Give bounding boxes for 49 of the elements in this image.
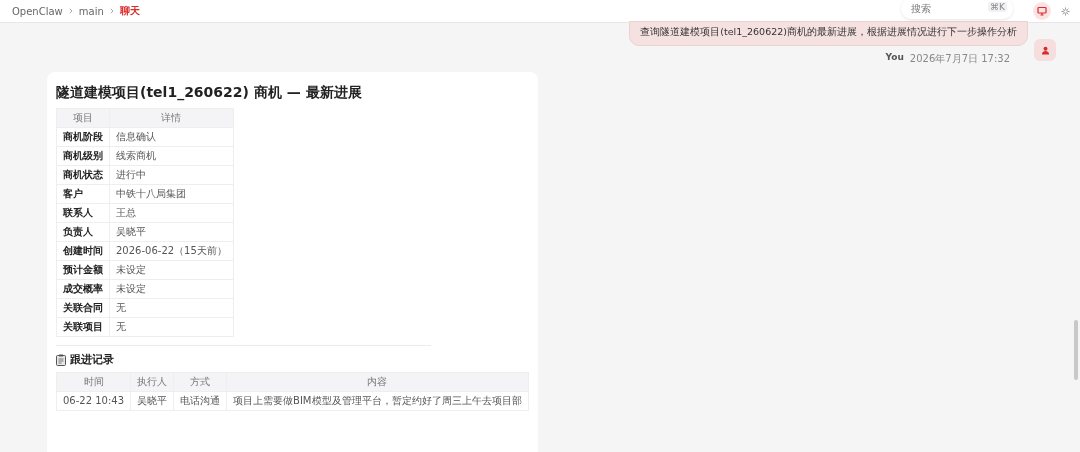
- breadcrumb-item[interactable]: main: [78, 5, 104, 17]
- reply-title: 隧道建模项目(tel1_260622) 商机 — 最新进展: [56, 84, 363, 102]
- table-cell: 进行中: [109, 165, 234, 185]
- monitor-icon: [1037, 6, 1047, 16]
- person-icon: [1040, 45, 1050, 55]
- scrollbar-thumb[interactable]: [1074, 320, 1078, 380]
- shortcut-hint: ⌘K: [988, 2, 1007, 12]
- section-title: 跟进记录: [70, 352, 114, 367]
- settings-icon[interactable]: [1061, 6, 1070, 16]
- table-cell: 预计金额: [56, 260, 110, 280]
- table-cell: 王总: [109, 203, 234, 223]
- monitor-button[interactable]: [1033, 2, 1051, 20]
- chevron-icon: [68, 8, 73, 14]
- message-author: You: [885, 52, 904, 64]
- table-cell: 无: [109, 317, 234, 337]
- table-cell: 电话沟通: [173, 391, 227, 411]
- table-cell: 创建时间: [56, 241, 110, 261]
- chevron-icon: [109, 8, 114, 14]
- table-cell: 信息确认: [109, 127, 234, 147]
- column-header: 执行人: [130, 372, 174, 392]
- table-cell: 商机状态: [56, 165, 110, 185]
- user-message: 查询隧道建模项目(tel1_260622)商机的最新进展，根据进展情况进行下一步操作分析: [629, 21, 1028, 46]
- table-cell: 商机阶段: [56, 127, 110, 147]
- message-time: 2026年7月7日 17:32: [909, 52, 1010, 66]
- table-cell: 成交概率: [56, 279, 110, 299]
- table-cell: 06-22 10:43: [56, 391, 131, 411]
- table-cell: 关联项目: [56, 317, 110, 337]
- table-cell: 未设定: [109, 260, 234, 280]
- table-cell: 联系人: [56, 203, 110, 223]
- column-header: 方式: [173, 372, 227, 392]
- table-cell: 中铁十八局集团: [109, 184, 234, 204]
- breadcrumb-item[interactable]: OpenClaw: [12, 5, 63, 17]
- table-cell: 商机级别: [56, 146, 110, 166]
- breadcrumb-item[interactable]: 聊天: [119, 4, 140, 18]
- table-cell: 吴晓平: [130, 391, 174, 411]
- column-header: 内容: [226, 372, 528, 392]
- table-cell: 线索商机: [109, 146, 234, 166]
- column-header: 项目: [56, 108, 110, 128]
- column-header: 详情: [109, 108, 234, 128]
- table-cell: 2026-06-22（15天前）: [109, 241, 234, 261]
- table-cell: 关联合同: [56, 298, 110, 318]
- table-cell: 负责人: [56, 222, 110, 242]
- table-cell: 客户: [56, 184, 110, 204]
- clipboard-icon: [56, 353, 66, 366]
- table-cell: 项目上需要做BIM模型及管理平台，暂定约好了周三上午去项目部: [226, 391, 528, 411]
- column-header: 时间: [56, 372, 131, 392]
- table-cell: 吴晓平: [109, 222, 234, 242]
- table-cell: 无: [109, 298, 234, 318]
- table-cell: 未设定: [109, 279, 234, 299]
